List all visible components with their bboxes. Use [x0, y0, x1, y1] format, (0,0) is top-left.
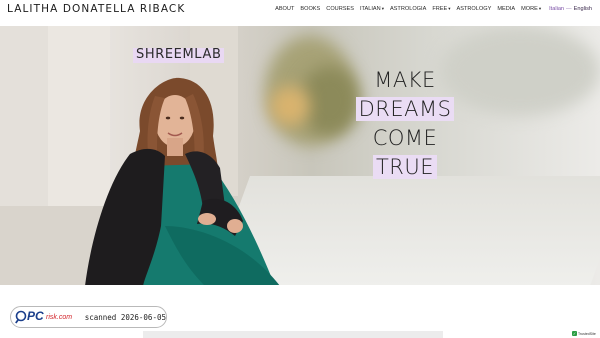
nav-item-about[interactable]: ABOUT [275, 6, 294, 12]
nav-label: COURSES [326, 6, 354, 12]
language-switcher: Italian — English [549, 6, 592, 12]
headline-line: TRUE [345, 153, 465, 182]
nav-item-astrologia[interactable]: ASTROLOGIA [390, 6, 426, 12]
nav-label: BOOKS [300, 6, 321, 12]
nav-label: ASTROLOGY [456, 6, 492, 12]
headline-word-highlighted: DREAMS [355, 97, 455, 121]
nav-label: FREE [432, 6, 448, 12]
headline-word: MAKE [374, 68, 436, 92]
nav-item-astrology[interactable]: ASTROLOGY [457, 6, 492, 12]
trustedsite-badge[interactable]: ✓ TrustedSite [572, 330, 598, 337]
chevron-down-icon: ▾ [381, 6, 384, 11]
nav-label: ASTROLOGIA [389, 6, 427, 12]
pcrisk-logo-pc: PC [27, 309, 44, 323]
content-divider [143, 331, 443, 338]
nav-item-more[interactable]: MORE ▾ [521, 6, 541, 12]
nav-item-courses[interactable]: COURSES [326, 6, 354, 12]
language-english-link[interactable]: English [574, 6, 592, 12]
shreemlab-tag: SHREEMLAB [133, 47, 225, 63]
portrait-photo [85, 77, 280, 285]
pcrisk-logo: PC risk.com [15, 309, 79, 325]
headline-line: DREAMS [345, 95, 465, 124]
nav-item-free[interactable]: FREE ▾ [432, 6, 450, 12]
chevron-down-icon: ▾ [448, 6, 451, 11]
pcrisk-logo-risk: risk.com [46, 314, 73, 321]
language-italian-link[interactable]: Italian [549, 6, 564, 12]
headline-word-highlighted: TRUE [372, 155, 438, 179]
language-separator: — [566, 6, 572, 12]
nav-label: ABOUT [275, 6, 295, 12]
headline-word: COME [372, 126, 438, 150]
scanned-date: scanned 2026-06-05 [84, 312, 166, 322]
nav-label: ITALIAN [359, 6, 381, 12]
chevron-down-icon: ▾ [538, 6, 542, 11]
nav-item-media[interactable]: MEDIA [497, 6, 515, 12]
brand-title[interactable]: LALITHA DONATELLA RIBACK [7, 3, 185, 15]
hero-headline: MAKE DREAMS COME TRUE [345, 66, 465, 182]
headline-line: COME [345, 124, 465, 153]
nav-label: MORE [521, 6, 538, 12]
main-nav: ABOUT BOOKS COURSES ITALIAN ▾ ASTROLOGIA … [269, 6, 592, 12]
nav-label: MEDIA [497, 6, 516, 12]
nav-item-books[interactable]: BOOKS [300, 6, 320, 12]
trustedsite-label: TrustedSite [578, 331, 596, 336]
headline-line: MAKE [345, 66, 465, 95]
nav-item-italian[interactable]: ITALIAN ▾ [360, 6, 384, 12]
pcrisk-scan-badge[interactable]: PC risk.com scanned 2026-06-05 [10, 306, 167, 328]
checkmark-icon: ✓ [572, 331, 577, 336]
hero-banner [0, 26, 600, 285]
site-header: LALITHA DONATELLA RIBACK ABOUT BOOKS COU… [0, 0, 600, 26]
